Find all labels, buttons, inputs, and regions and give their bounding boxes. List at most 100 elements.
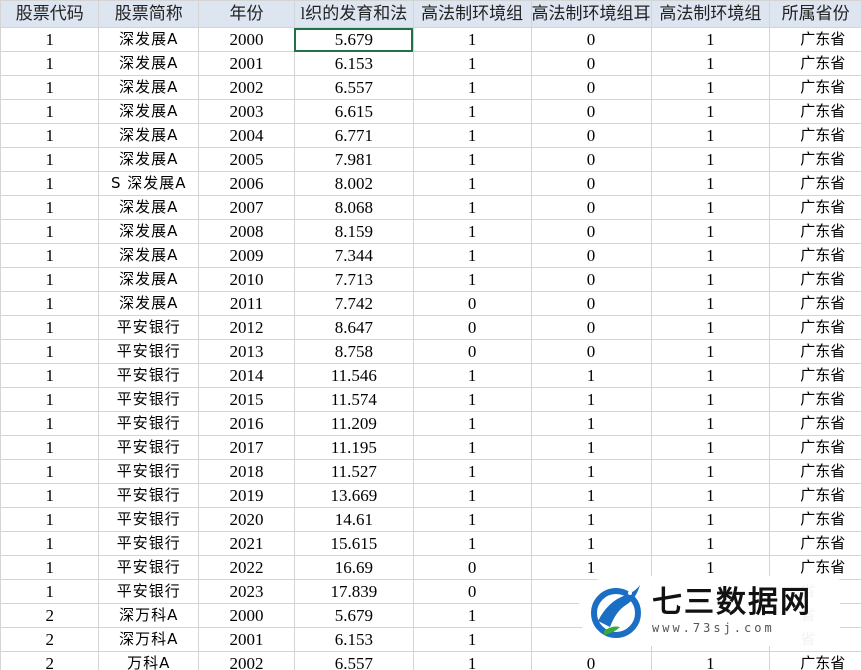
cell[interactable]: 省 — [769, 579, 862, 604]
cell[interactable]: 0 — [412, 339, 532, 364]
cell[interactable]: 1 — [0, 123, 100, 148]
cell[interactable]: 广东省 — [769, 291, 862, 316]
cell[interactable]: 16.69 — [293, 555, 414, 580]
cell[interactable]: 平安银行 — [98, 459, 200, 484]
cell[interactable]: 2 — [0, 603, 100, 628]
cell[interactable]: 1 — [0, 267, 100, 292]
cell[interactable]: 2004 — [198, 123, 295, 148]
cell[interactable]: 平安银行 — [98, 315, 200, 340]
column-header-3[interactable]: l织的发育和法 — [293, 0, 414, 28]
cell[interactable]: 广东省 — [769, 651, 862, 670]
cell[interactable]: 1 — [412, 123, 532, 148]
cell[interactable]: 2018 — [198, 459, 295, 484]
cell[interactable]: 深发展A — [98, 123, 200, 148]
cell[interactable]: 1 — [530, 555, 652, 580]
cell[interactable]: 广东省 — [769, 363, 862, 388]
cell[interactable]: 平安银行 — [98, 483, 200, 508]
cell[interactable]: 8.068 — [293, 195, 414, 220]
cell[interactable] — [530, 627, 652, 652]
cell[interactable]: 广东省 — [769, 171, 862, 196]
column-header-1[interactable]: 股票简称 — [98, 0, 200, 28]
cell[interactable]: 1 — [412, 651, 532, 670]
cell[interactable]: 平安银行 — [98, 411, 200, 436]
cell[interactable]: 1 — [412, 531, 532, 556]
cell[interactable]: 1 — [650, 387, 771, 412]
cell[interactable]: 1 — [412, 411, 532, 436]
cell[interactable]: 1 — [530, 507, 652, 532]
cell[interactable]: 2002 — [198, 75, 295, 100]
cell[interactable]: 11.209 — [293, 411, 414, 436]
cell[interactable] — [650, 603, 771, 628]
cell[interactable]: 1 — [0, 387, 100, 412]
cell[interactable]: 0 — [530, 291, 652, 316]
cell[interactable]: 7.344 — [293, 243, 414, 268]
cell[interactable]: 1 — [0, 507, 100, 532]
cell[interactable]: 0 — [530, 147, 652, 172]
cell[interactable]: 0 — [530, 219, 652, 244]
cell[interactable]: 平安银行 — [98, 339, 200, 364]
cell[interactable]: 广东省 — [769, 267, 862, 292]
cell[interactable]: 2002 — [198, 651, 295, 670]
cell[interactable]: 0 — [530, 267, 652, 292]
cell[interactable]: 广东省 — [769, 315, 862, 340]
cell[interactable]: 1 — [530, 435, 652, 460]
cell[interactable]: 1 — [650, 483, 771, 508]
cell[interactable]: 6.615 — [293, 99, 414, 124]
cell[interactable]: 广东省 — [769, 483, 862, 508]
cell[interactable]: 0 — [530, 195, 652, 220]
cell[interactable]: 1 — [412, 171, 532, 196]
cell[interactable]: 深发展A — [98, 267, 200, 292]
cell[interactable]: 2000 — [198, 603, 295, 628]
cell[interactable]: 0 — [530, 99, 652, 124]
cell[interactable]: 1 — [412, 603, 532, 628]
cell[interactable]: 1 — [412, 387, 532, 412]
cell[interactable]: 6.557 — [293, 75, 414, 100]
cell[interactable]: 1 — [412, 363, 532, 388]
cell[interactable]: 1 — [0, 75, 100, 100]
cell[interactable]: 15.615 — [293, 531, 414, 556]
cell[interactable]: 2001 — [198, 627, 295, 652]
cell[interactable]: 6.153 — [293, 627, 414, 652]
cell[interactable]: 1 — [412, 507, 532, 532]
cell[interactable]: 广东省 — [769, 75, 862, 100]
cell[interactable]: 1 — [0, 339, 100, 364]
cell[interactable]: 1 — [412, 27, 532, 52]
column-header-7[interactable]: 所属省份 — [769, 0, 862, 28]
cell[interactable]: 2003 — [198, 99, 295, 124]
cell[interactable]: 1 — [0, 363, 100, 388]
cell[interactable]: 17.839 — [293, 579, 414, 604]
cell[interactable]: 深发展A — [98, 75, 200, 100]
cell[interactable]: 1 — [650, 411, 771, 436]
cell[interactable]: 8.758 — [293, 339, 414, 364]
cell[interactable]: 平安银行 — [98, 531, 200, 556]
cell[interactable]: 2006 — [198, 171, 295, 196]
cell[interactable]: 1 — [650, 507, 771, 532]
cell[interactable]: 1 — [0, 195, 100, 220]
cell[interactable] — [650, 627, 771, 652]
cell[interactable]: 1 — [650, 171, 771, 196]
cell[interactable]: 1 — [530, 387, 652, 412]
cell[interactable]: 0 — [530, 27, 652, 52]
cell[interactable]: 0 — [412, 291, 532, 316]
cell[interactable]: 平安银行 — [98, 363, 200, 388]
cell[interactable]: 11.527 — [293, 459, 414, 484]
cell[interactable]: 深发展A — [98, 291, 200, 316]
cell[interactable]: 1 — [0, 459, 100, 484]
cell[interactable]: 省 — [769, 627, 862, 652]
cell[interactable]: 1 — [650, 219, 771, 244]
cell[interactable]: 2 — [0, 627, 100, 652]
cell[interactable]: 1 — [650, 435, 771, 460]
cell[interactable]: 2010 — [198, 267, 295, 292]
cell[interactable]: 0 — [412, 315, 532, 340]
cell[interactable]: 2 — [0, 651, 100, 670]
cell[interactable]: 省 — [769, 603, 862, 628]
cell[interactable]: 1 — [530, 531, 652, 556]
cell[interactable]: 1 — [0, 51, 100, 76]
cell[interactable]: 广东省 — [769, 243, 862, 268]
cell[interactable]: 11.546 — [293, 363, 414, 388]
cell[interactable]: 广东省 — [769, 195, 862, 220]
cell[interactable]: 1 — [412, 147, 532, 172]
cell[interactable]: 0 — [530, 651, 652, 670]
cell[interactable]: 1 — [412, 267, 532, 292]
cell[interactable]: 广东省 — [769, 435, 862, 460]
